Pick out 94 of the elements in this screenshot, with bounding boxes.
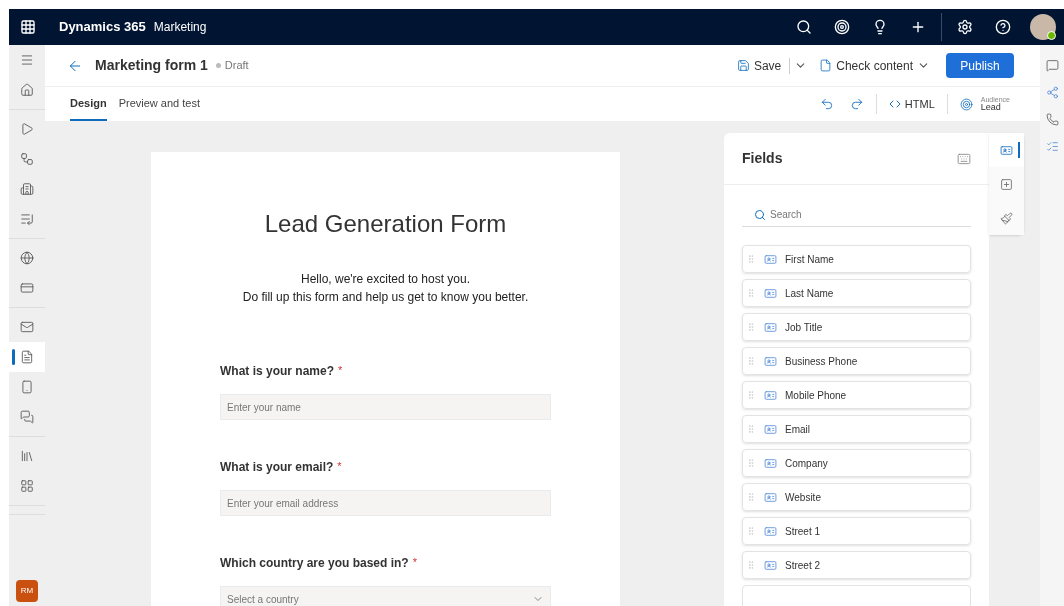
publish-button[interactable]: Publish xyxy=(946,53,1014,78)
field-item[interactable]: Mobile Phone xyxy=(742,381,971,409)
question-label: Which country are you based in? xyxy=(220,555,409,572)
text-field-icon xyxy=(764,422,777,436)
phone-icon[interactable] xyxy=(1045,113,1059,126)
text-field-icon xyxy=(764,524,777,538)
save-icon xyxy=(736,59,750,72)
input-field[interactable]: Enter your name xyxy=(220,394,551,420)
tab[interactable]: Preview and test xyxy=(118,87,200,121)
text-field-icon xyxy=(764,252,777,266)
text-field-icon xyxy=(764,286,777,300)
phone-icon xyxy=(20,380,34,394)
field-item[interactable] xyxy=(742,585,971,606)
app-name: Marketing xyxy=(153,19,207,36)
redo-icon[interactable] xyxy=(849,97,864,111)
code-icon xyxy=(888,98,901,110)
user-initials-badge[interactable]: RM xyxy=(16,580,38,602)
text-field-icon xyxy=(764,320,777,334)
drag-handle-icon[interactable] xyxy=(746,254,756,264)
search-icon xyxy=(754,208,766,221)
audience-value[interactable]: Lead xyxy=(980,103,1010,112)
drag-handle-icon[interactable] xyxy=(746,424,756,434)
keyboard-icon[interactable] xyxy=(957,151,971,166)
home-icon xyxy=(20,83,34,97)
drag-handle-icon[interactable] xyxy=(746,322,756,332)
chat-icon xyxy=(20,410,34,424)
intro-text: Hello, we're excited to host you. xyxy=(300,271,470,288)
flow-icon xyxy=(20,152,34,166)
plus-icon[interactable] xyxy=(910,19,926,35)
panel-tab[interactable] xyxy=(989,167,1024,201)
text-field-icon xyxy=(764,388,777,402)
field-item[interactable]: Business Phone xyxy=(742,347,971,375)
brush-icon xyxy=(1000,211,1013,225)
field-item[interactable]: Last Name xyxy=(742,279,971,307)
play-icon xyxy=(20,122,34,136)
building-icon xyxy=(20,182,34,196)
text-field-icon xyxy=(764,558,777,572)
grid-icon xyxy=(20,479,34,493)
checklist-icon[interactable] xyxy=(1045,140,1059,153)
drag-handle-icon[interactable] xyxy=(746,390,756,400)
drag-handle-icon[interactable] xyxy=(746,492,756,502)
chat-icon[interactable] xyxy=(1045,59,1059,72)
field-item[interactable]: Email xyxy=(742,415,971,443)
undo-icon[interactable] xyxy=(819,97,834,111)
question-label: What is your email? xyxy=(220,459,334,476)
globe-icon xyxy=(20,251,34,265)
drag-handle-icon[interactable] xyxy=(746,526,756,536)
text-field-icon xyxy=(764,490,777,504)
input-field[interactable]: Enter your email address xyxy=(220,490,551,516)
field-item[interactable]: Company xyxy=(742,449,971,477)
required-asterisk: * xyxy=(337,459,342,474)
field-item[interactable]: First Name xyxy=(742,245,971,273)
country-select[interactable]: Select a country xyxy=(220,586,551,606)
intro-text: Do fill up this form and help us get to know you better. xyxy=(242,289,529,306)
form-title: Marketing form 1 xyxy=(95,56,208,75)
share-icon[interactable] xyxy=(1045,86,1059,99)
field-item[interactable]: Street 2 xyxy=(742,551,971,579)
card-icon xyxy=(20,281,34,295)
drag-handle-icon[interactable] xyxy=(746,356,756,366)
required-asterisk: * xyxy=(338,363,343,378)
menu-icon xyxy=(20,53,34,67)
list-icon xyxy=(20,212,34,226)
drag-handle-icon[interactable] xyxy=(746,288,756,298)
panel-tab[interactable] xyxy=(989,133,1024,167)
panel-title: Fields xyxy=(742,149,784,169)
field-item[interactable]: Website xyxy=(742,483,971,511)
html-button[interactable]: HTML xyxy=(888,95,935,113)
mail-icon xyxy=(20,320,34,334)
save-button[interactable]: Save xyxy=(732,56,786,75)
app-launcher-icon[interactable] xyxy=(20,19,36,35)
settings-icon[interactable] xyxy=(957,19,973,35)
required-asterisk: * xyxy=(412,555,417,570)
form-heading: Lead Generation Form xyxy=(264,209,507,239)
text-field-icon xyxy=(764,354,777,368)
fields-icon xyxy=(1000,143,1013,157)
field-item[interactable]: Street 1 xyxy=(742,517,971,545)
lightbulb-icon[interactable] xyxy=(872,19,888,35)
brand-name[interactable]: Dynamics 365 xyxy=(59,17,146,37)
search-icon[interactable] xyxy=(796,19,812,35)
document-icon xyxy=(20,350,34,364)
text-field-icon xyxy=(764,456,777,470)
status-label: Draft xyxy=(224,58,249,74)
check-content-button[interactable]: Check content xyxy=(819,56,930,75)
document-icon xyxy=(819,59,833,72)
question-label: What is your name? xyxy=(220,363,335,380)
help-icon[interactable] xyxy=(995,19,1011,35)
library-icon xyxy=(20,449,34,463)
nav-item[interactable] xyxy=(9,342,45,372)
drag-handle-icon[interactable] xyxy=(746,560,756,570)
drag-handle-icon[interactable] xyxy=(746,458,756,468)
search-field[interactable]: Search xyxy=(770,207,959,223)
add-icon xyxy=(1000,177,1013,191)
field-item[interactable]: Job Title xyxy=(742,313,971,341)
avatar[interactable] xyxy=(1030,14,1056,40)
